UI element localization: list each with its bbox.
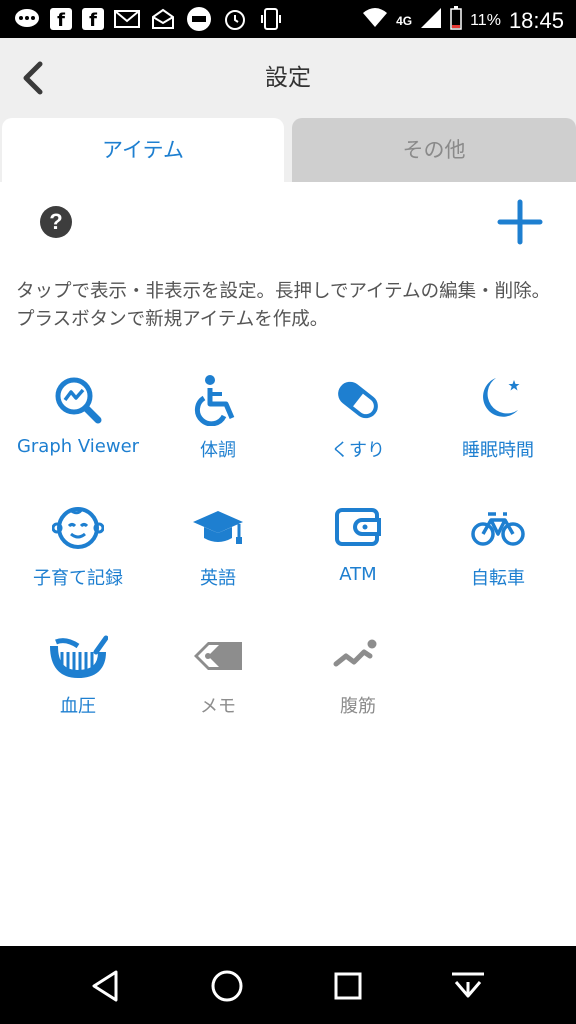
facebook-icon: f: [50, 8, 72, 30]
item-label: くすり: [331, 440, 385, 461]
alarm-icon: [222, 6, 248, 32]
mail-open-icon: [150, 6, 176, 32]
item-label: ATM: [339, 564, 377, 585]
item-childcare-log[interactable]: 子育て記録: [8, 502, 148, 612]
wifi-icon: [362, 7, 388, 34]
mail-icon: [114, 6, 140, 32]
battery-percent: 11%: [470, 11, 501, 29]
item-graph-viewer[interactable]: Graph Viewer: [8, 374, 148, 484]
item-label: 血圧: [60, 696, 96, 717]
signal-icon: [420, 7, 442, 34]
item-label: メモ: [200, 696, 236, 717]
tab-bar: アイテム その他: [0, 118, 576, 182]
status-bar: f f 4G 11% 18:45: [0, 0, 576, 38]
baby-face-icon: [52, 507, 104, 549]
tag-icon: [194, 642, 242, 670]
bicycle-icon: [471, 512, 525, 546]
item-medicine[interactable]: くすり: [288, 374, 428, 484]
item-label: Graph Viewer: [16, 436, 140, 457]
battery-icon: [450, 6, 462, 35]
help-icon[interactable]: ?: [40, 206, 72, 238]
network-type: 4G: [396, 13, 413, 28]
app-badge-icon: [186, 6, 212, 32]
graph-search-icon: [55, 377, 102, 424]
item-sleep-time[interactable]: 睡眠時間: [428, 374, 568, 484]
item-blood-pressure[interactable]: 血圧: [8, 630, 148, 740]
item-label: 自転車: [471, 568, 525, 589]
recents-square-icon[interactable]: [330, 968, 366, 1004]
app-header: 設定: [0, 38, 576, 118]
system-nav-bar: [0, 946, 576, 1024]
item-condition[interactable]: 体調: [148, 374, 288, 484]
facebook-icon-2: f: [82, 8, 104, 30]
moon-star-icon: [483, 378, 520, 417]
item-situps[interactable]: 腹筋: [288, 630, 428, 740]
item-memo[interactable]: メモ: [148, 630, 288, 740]
home-circle-icon[interactable]: [209, 968, 245, 1004]
vibrate-icon: [258, 6, 284, 32]
trend-line-icon: [333, 639, 377, 667]
item-bicycle[interactable]: 自転車: [428, 502, 568, 612]
page-title: 設定: [265, 65, 311, 91]
item-atm[interactable]: ATM: [288, 502, 428, 612]
back-arrow-icon[interactable]: [14, 58, 54, 98]
item-label: 体調: [200, 440, 236, 461]
item-label: 子育て記録: [33, 568, 123, 589]
blood-pressure-gauge-icon: [50, 635, 108, 679]
hide-keyboard-icon[interactable]: [450, 968, 486, 1004]
wheelchair-icon: [194, 375, 235, 426]
back-triangle-icon[interactable]: [88, 968, 124, 1004]
item-label: 腹筋: [340, 696, 376, 717]
item-english[interactable]: 英語: [148, 502, 288, 612]
graduation-cap-icon: [193, 511, 243, 544]
wallet-icon: [335, 508, 381, 546]
clock: 18:45: [508, 7, 564, 33]
pill-icon: [338, 381, 378, 419]
tab-other[interactable]: その他: [292, 118, 576, 182]
item-label: 英語: [200, 568, 236, 589]
item-label: 睡眠時間: [462, 440, 534, 461]
add-item-button[interactable]: [496, 198, 544, 246]
tab-items[interactable]: アイテム: [2, 118, 284, 182]
messenger-icon: [14, 6, 40, 32]
instructions-text: タップで表示・非表示を設定。長押しでアイテムの編集・削除。プラスボタンで新規アイ…: [16, 281, 551, 330]
